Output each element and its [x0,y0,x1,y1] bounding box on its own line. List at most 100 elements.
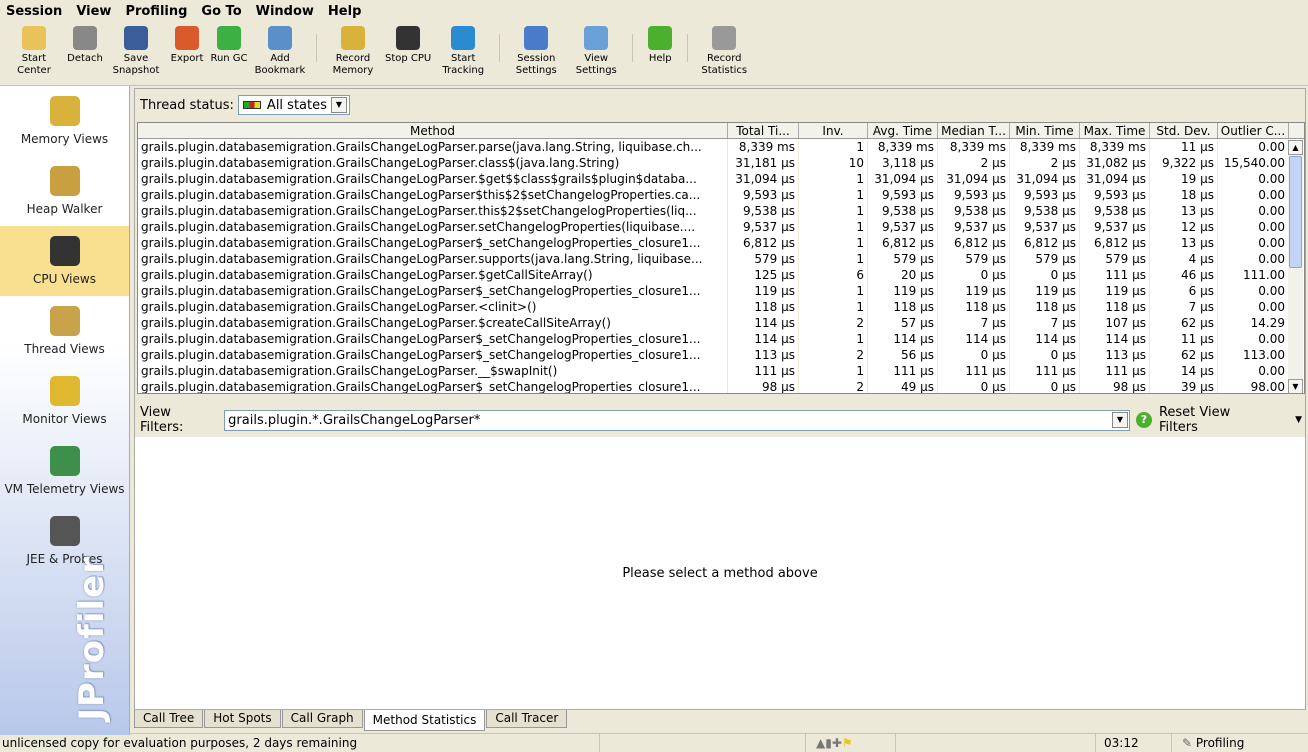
start-center-button[interactable]: Start Center [6,22,62,77]
start-tracking-button[interactable]: Start Tracking [435,22,491,77]
column-header-inv[interactable]: Inv. [799,123,868,138]
cell-std-dev: 62 µs [1150,315,1218,331]
record-statistics-button[interactable]: Record Statistics [696,22,752,77]
probe-gauge-icon [49,516,80,546]
table-row[interactable]: grails.plugin.databasemigration.GrailsCh… [138,235,1304,251]
detach-button[interactable]: Detach [66,22,104,65]
view-settings-icon [584,26,609,50]
table-row[interactable]: grails.plugin.databasemigration.GrailsCh… [138,331,1304,347]
vertical-scrollbar[interactable]: ▲ ▼ [1288,140,1303,393]
cell-inv: 1 [799,363,868,379]
reset-view-filters-button[interactable]: ? Reset View Filters [1136,405,1273,435]
save-snapshot-button[interactable]: Save Snapshot [108,22,164,77]
cell-total-ti: 118 µs [728,299,799,315]
column-header-std-dev[interactable]: Std. Dev. [1150,123,1218,138]
view-settings-button[interactable]: View Settings [568,22,624,77]
table-row[interactable]: grails.plugin.databasemigration.GrailsCh… [138,219,1304,235]
table-row[interactable]: grails.plugin.databasemigration.GrailsCh… [138,139,1304,155]
add-bookmark-button[interactable]: Add Bookmark [252,22,308,77]
cell-median-t: 9,593 µs [938,187,1010,203]
cell-total-ti: 125 µs [728,267,799,283]
stop-cpu-button[interactable]: Stop CPU [385,22,431,65]
menu-help[interactable]: Help [328,4,361,19]
table-row[interactable]: grails.plugin.databasemigration.GrailsCh… [138,315,1304,331]
menu-session[interactable]: Session [6,4,62,19]
table-row[interactable]: grails.plugin.databasemigration.GrailsCh… [138,171,1304,187]
run-gc-button[interactable]: Run GC [210,22,248,65]
clipboard-settings-icon [524,26,549,50]
cell-inv: 1 [799,203,868,219]
chevron-down-icon[interactable]: ▼ [330,97,347,113]
cell-total-ti: 579 µs [728,251,799,267]
table-row[interactable]: grails.plugin.databasemigration.GrailsCh… [138,363,1304,379]
table-row[interactable]: grails.plugin.databasemigration.GrailsCh… [138,155,1304,171]
cell-inv: 6 [799,267,868,283]
table-row[interactable]: grails.plugin.databasemigration.GrailsCh… [138,283,1304,299]
session-settings-button[interactable]: Session Settings [508,22,564,77]
export-button[interactable]: Export [168,22,206,65]
table-row[interactable]: grails.plugin.databasemigration.GrailsCh… [138,187,1304,203]
toolbar-label: Start Tracking [442,53,485,76]
sidebar-item-vm-telemetry-views[interactable]: VM Telemetry Views [0,436,129,506]
thread-status-select[interactable]: All states ▼ [237,95,350,115]
options-dropdown-icon[interactable]: ▼ [1295,415,1302,425]
table-row[interactable]: grails.plugin.databasemigration.GrailsCh… [138,379,1304,393]
chevron-down-icon[interactable]: ▼ [1112,412,1128,428]
cell-max-time: 113 µs [1080,347,1150,363]
view-filters-value: grails.plugin.*.GrailsChangeLogParser* [228,412,481,428]
sidebar-item-cpu-views[interactable]: CPU Views [0,226,129,296]
toolbar-label: Run GC [210,53,248,64]
scroll-down-icon[interactable]: ▼ [1288,379,1303,393]
menu-view[interactable]: View [76,4,111,19]
cell-max-time: 111 µs [1080,363,1150,379]
column-header-avg-time[interactable]: Avg. Time [868,123,938,138]
cell-median-t: 31,094 µs [938,171,1010,187]
cell-std-dev: 7 µs [1150,299,1218,315]
table-row[interactable]: grails.plugin.databasemigration.GrailsCh… [138,267,1304,283]
menu-window[interactable]: Window [256,4,314,19]
record-memory-button[interactable]: Record Memory [325,22,381,77]
table-row[interactable]: grails.plugin.databasemigration.GrailsCh… [138,299,1304,315]
cell-outlier-c: 0.00 [1218,283,1289,299]
table-row[interactable]: grails.plugin.databasemigration.GrailsCh… [138,203,1304,219]
view-filters-input[interactable]: grails.plugin.*.GrailsChangeLogParser* ▼ [224,409,1130,431]
bookmark-add-icon [268,26,292,50]
memory-blocks-icon [49,96,80,126]
cell-min-time: 31,094 µs [1010,171,1080,187]
column-header-method[interactable]: Method [138,123,728,138]
cell-inv: 1 [799,299,868,315]
column-header-max-time[interactable]: Max. Time [1080,123,1150,138]
column-header-outlier-c[interactable]: Outlier C... [1218,123,1289,138]
scroll-up-icon[interactable]: ▲ [1288,140,1303,155]
menu-go-to[interactable]: Go To [201,4,241,19]
menu-profiling[interactable]: Profiling [125,4,187,19]
cell-median-t: 7 µs [938,315,1010,331]
folder-gear-icon [22,26,46,50]
cell-avg-time: 114 µs [868,331,938,347]
cell-method: grails.plugin.databasemigration.GrailsCh… [138,379,728,393]
tab-method-statistics[interactable]: Method Statistics [363,710,486,731]
cell-min-time: 119 µs [1010,283,1080,299]
scrollbar-thumb[interactable] [1289,156,1302,268]
tab-call-tracer[interactable]: Call Tracer [486,710,568,728]
sidebar-item-monitor-views[interactable]: Monitor Views [0,366,129,436]
profiling-status-label: Profiling [1195,736,1245,750]
cell-max-time: 9,537 µs [1080,219,1150,235]
tab-call-graph[interactable]: Call Graph [281,710,363,728]
sidebar-item-memory-views[interactable]: Memory Views [0,86,129,156]
sidebar-item-thread-views[interactable]: Thread Views [0,296,129,366]
cell-inv: 1 [799,331,868,347]
tab-hot-spots[interactable]: Hot Spots [204,710,281,728]
cell-method: grails.plugin.databasemigration.GrailsCh… [138,155,728,171]
toolbar-separator [687,34,689,62]
column-header-min-time[interactable]: Min. Time [1010,123,1080,138]
sidebar-item-heap-walker[interactable]: Heap Walker [0,156,129,226]
help-button[interactable]: Help [641,22,679,65]
column-header-median-t[interactable]: Median T... [938,123,1010,138]
cell-std-dev: 13 µs [1150,203,1218,219]
column-header-total-ti[interactable]: Total Ti... [728,123,799,138]
tab-call-tree[interactable]: Call Tree [134,710,204,728]
table-row[interactable]: grails.plugin.databasemigration.GrailsCh… [138,347,1304,363]
table-row[interactable]: grails.plugin.databasemigration.GrailsCh… [138,251,1304,267]
export-arrow-icon [175,26,199,50]
